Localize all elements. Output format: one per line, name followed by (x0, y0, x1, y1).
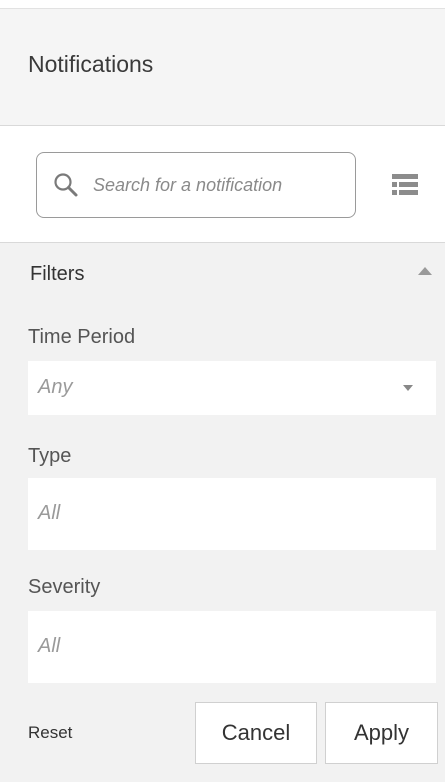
severity-value: All (38, 635, 61, 657)
severity-select[interactable]: All (28, 611, 436, 683)
apply-button[interactable]: Apply (325, 702, 438, 764)
list-view-icon[interactable] (390, 171, 420, 199)
time-period-select[interactable]: Any (28, 361, 436, 415)
search-field[interactable] (36, 152, 356, 218)
search-icon (54, 173, 78, 197)
reset-button[interactable]: Reset (28, 723, 72, 743)
filters-label: Filters (30, 263, 85, 285)
search-input[interactable] (93, 167, 343, 203)
search-bar (0, 126, 445, 243)
severity-label: Severity (28, 576, 101, 598)
type-label: Type (28, 445, 72, 467)
filters-section: Filters Time Period Any Type All Severit… (0, 243, 445, 782)
filters-toggle[interactable]: Filters (0, 243, 445, 305)
panel-header: Notifications (0, 8, 445, 126)
notifications-panel: Notifications Filters Time Period Any (0, 0, 445, 782)
time-period-value: Any (38, 376, 73, 398)
cancel-button[interactable]: Cancel (195, 702, 317, 764)
chevron-up-icon (418, 267, 432, 275)
panel-title: Notifications (28, 51, 154, 77)
chevron-down-icon (403, 385, 413, 391)
type-value: All (38, 502, 61, 524)
type-select[interactable]: All (28, 478, 436, 550)
time-period-label: Time Period (28, 326, 136, 348)
